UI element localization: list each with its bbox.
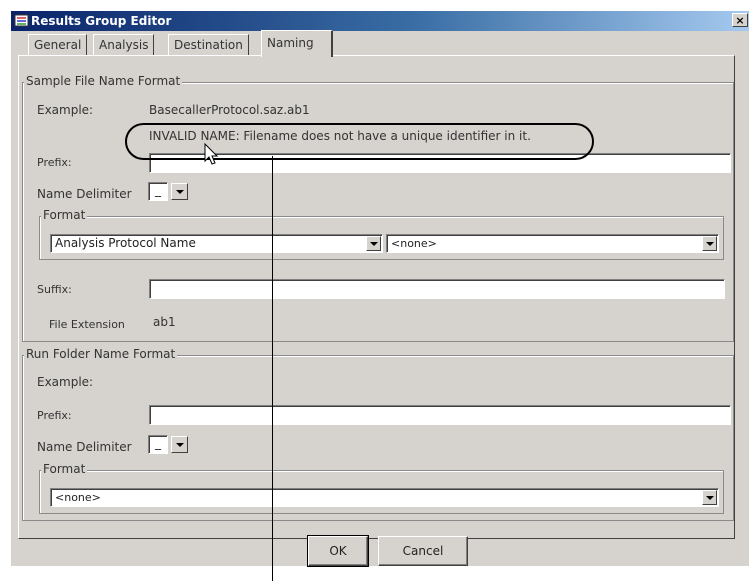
sample-suffix-input[interactable] xyxy=(149,279,725,299)
chevron-down-icon[interactable] xyxy=(702,236,717,251)
run-folder-delimiter-select[interactable]: _ xyxy=(148,435,190,454)
tab-destination[interactable]: Destination xyxy=(168,34,249,55)
chevron-down-icon[interactable] xyxy=(171,436,188,453)
sample-format-label: Format xyxy=(41,208,88,222)
sample-file-name-format-group xyxy=(22,82,734,342)
run-folder-group-label: Run Folder Name Format xyxy=(24,347,178,361)
tab-analysis[interactable]: Analysis xyxy=(93,34,155,55)
sample-format-first-value: Analysis Protocol Name xyxy=(55,236,196,250)
mouse-pointer-icon xyxy=(204,143,219,165)
run-folder-delimiter-value: _ xyxy=(148,435,168,454)
sample-delimiter-label: Name Delimiter xyxy=(37,187,132,201)
sample-delimiter-select[interactable]: _ xyxy=(148,182,190,201)
sample-suffix-label: Suffix: xyxy=(37,283,72,296)
run-folder-format-label: Format xyxy=(41,462,88,476)
tab-naming[interactable]: Naming xyxy=(261,30,333,57)
close-icon[interactable]: × xyxy=(732,13,748,27)
sample-example-value: BasecallerProtocol.saz.ab1 xyxy=(149,103,310,117)
chevron-down-icon[interactable] xyxy=(366,236,381,251)
sample-format-second-value: <none> xyxy=(391,237,437,250)
cancel-button[interactable]: Cancel xyxy=(378,536,468,566)
run-folder-delimiter-label: Name Delimiter xyxy=(37,440,132,454)
tab-general[interactable]: General xyxy=(28,34,88,55)
run-folder-prefix-label: Prefix: xyxy=(37,409,72,422)
file-extension-label: File Extension xyxy=(49,318,125,331)
sample-format-first-select[interactable]: Analysis Protocol Name xyxy=(50,234,383,253)
run-folder-example-label: Example: xyxy=(37,375,94,389)
sample-format-second-select[interactable]: <none> xyxy=(386,234,719,253)
sample-prefix-label: Prefix: xyxy=(37,156,72,169)
file-extension-value: ab1 xyxy=(153,315,176,329)
invalid-name-callout-oval xyxy=(125,123,594,160)
sample-example-label: Example: xyxy=(37,103,94,117)
run-folder-format-value: <none> xyxy=(55,491,101,504)
chevron-down-icon[interactable] xyxy=(702,490,717,505)
sample-delimiter-value: _ xyxy=(148,182,168,201)
sample-file-group-label: Sample File Name Format xyxy=(24,74,183,88)
ok-button[interactable]: OK xyxy=(307,535,369,567)
app-icon xyxy=(14,14,29,27)
callout-leader-line xyxy=(272,156,273,581)
chevron-down-icon[interactable] xyxy=(171,183,188,200)
title-bar[interactable]: Results Group Editor × xyxy=(11,11,749,31)
window-title: Results Group Editor xyxy=(31,14,172,28)
run-folder-format-select[interactable]: <none> xyxy=(50,488,719,507)
run-folder-prefix-input[interactable] xyxy=(149,405,731,425)
